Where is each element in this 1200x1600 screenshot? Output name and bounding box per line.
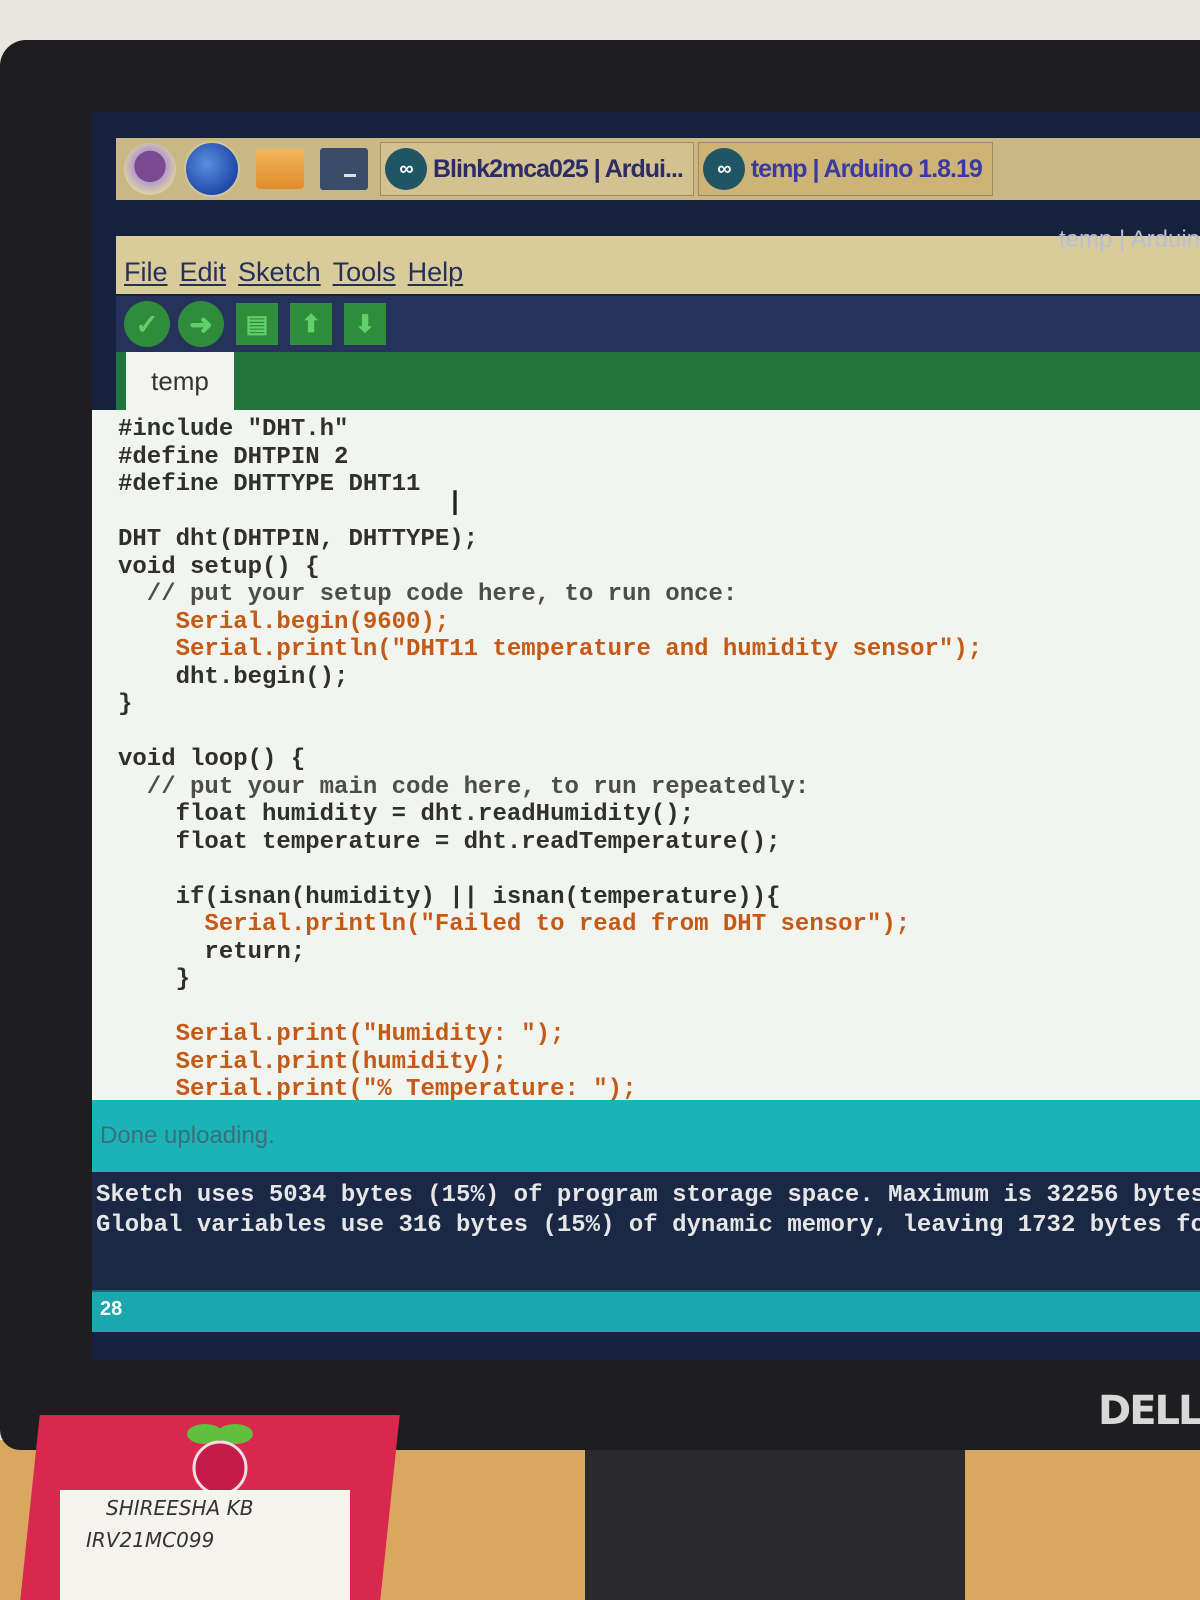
line-number: 28 [100, 1298, 123, 1320]
upload-button[interactable]: ➜ [178, 301, 224, 347]
code-line: Serial.print("Humidity: "); [118, 1021, 565, 1048]
taskbar-item-blink-sketch[interactable]: ∞ Blink2mca025 | Ardui... [380, 142, 694, 196]
menu-help[interactable]: Help [408, 257, 464, 288]
arrow-up-icon: ⬆ [300, 310, 322, 338]
code-line: #include "DHT.h" [118, 416, 349, 443]
arduino-icon: ∞ [702, 148, 745, 190]
code-line: #define DHTPIN 2 [118, 443, 349, 471]
menu-edit[interactable]: Edit [180, 257, 227, 288]
code-editor[interactable]: #include "DHT.h" #define DHTPIN 2 #define … [92, 410, 1200, 1100]
taskbar-item-label: Blink2mca025 | Ardui... [433, 154, 684, 183]
verify-button[interactable]: ✓ [124, 301, 170, 347]
code-line: void setup() { [118, 553, 320, 581]
menu-bar: File Edit Sketch Tools Help [116, 236, 1200, 294]
code-line: Serial.print("% Temperature: "); [118, 1076, 637, 1100]
taskbar: ∞ Blink2mca025 | Ardui... ∞ temp | Ardui… [116, 138, 1200, 200]
code-line: if(isnan(humidity) || isnan(temperature)… [118, 883, 781, 911]
check-icon: ✓ [135, 308, 159, 340]
save-sketch-button[interactable]: ⬇ [344, 303, 386, 345]
raspberry-menu-icon[interactable] [124, 143, 176, 195]
code-line: Serial.println("DHT11 temperature and hu… [118, 636, 983, 663]
open-sketch-button[interactable]: ⬆ [290, 303, 332, 345]
new-file-icon: ▤ [245, 310, 269, 338]
footer-bar: 28 [92, 1290, 1200, 1332]
taskbar-item-temp-sketch[interactable]: ∞ temp | Arduino 1.8.19 [697, 142, 993, 196]
code-line: float temperature = dht.readTemperature(… [118, 828, 781, 856]
text-cursor-icon: I [450, 484, 461, 524]
terminal-icon[interactable] [320, 148, 368, 190]
taskbar-item-label: temp | Arduino 1.8.19 [750, 154, 983, 183]
menu-tools[interactable]: Tools [333, 257, 396, 288]
arrow-right-icon: ➜ [189, 308, 213, 340]
console-line: Global variables use 316 bytes (15%) of … [96, 1212, 1200, 1239]
monitor-brand-logo: DELL [1098, 1388, 1200, 1434]
status-bar: Done uploading. [92, 1100, 1200, 1172]
monitor-stand [585, 1440, 965, 1600]
tab-strip: temp [116, 352, 1200, 410]
code-line: dht.begin(); [118, 663, 349, 691]
arduino-icon: ∞ [385, 148, 427, 190]
code-line: // put your main code here, to run repea… [118, 773, 810, 801]
menu-file[interactable]: File [124, 257, 168, 288]
code-line: #define DHTTYPE DHT11 [118, 471, 421, 498]
arrow-down-icon: ⬇ [354, 310, 376, 338]
console-line: Sketch uses 5034 bytes (15%) of program … [96, 1182, 1200, 1209]
code-line: } [118, 691, 133, 718]
code-line: return; [118, 938, 306, 966]
new-sketch-button[interactable]: ▤ [236, 303, 278, 345]
code-line: } [118, 966, 191, 993]
file-manager-icon[interactable] [256, 149, 304, 189]
toolbar: ✓ ➜ ▤ ⬆ ⬇ [116, 296, 1200, 352]
handwritten-id: IRV21MC099 [86, 1528, 215, 1552]
window-title: temp | Arduin [1059, 226, 1200, 253]
menu-sketch[interactable]: Sketch [238, 257, 321, 288]
handwritten-name: SHIREESHA KB [106, 1496, 254, 1520]
code-line: Serial.begin(9600); [118, 608, 450, 636]
tab-temp[interactable]: temp [126, 352, 234, 410]
code-line: void loop() { [118, 746, 306, 773]
code-line: Serial.print(humidity); [118, 1048, 507, 1076]
screen: ∞ Blink2mca025 | Ardui... ∞ temp | Ardui… [92, 112, 1200, 1360]
raspberry-pi-logo-icon [187, 1424, 253, 1496]
web-browser-icon[interactable] [184, 141, 240, 197]
output-console: Sketch uses 5034 bytes (15%) of program … [92, 1172, 1200, 1290]
code-line: DHT dht(DHTPIN, DHTTYPE); [118, 526, 479, 553]
code-line: // put your setup code here, to run once… [118, 581, 738, 608]
code-line: Serial.println("Failed to read from DHT … [118, 911, 911, 938]
status-message: Done uploading. [100, 1122, 275, 1149]
code-line: float humidity = dht.readHumidity(); [118, 801, 695, 828]
